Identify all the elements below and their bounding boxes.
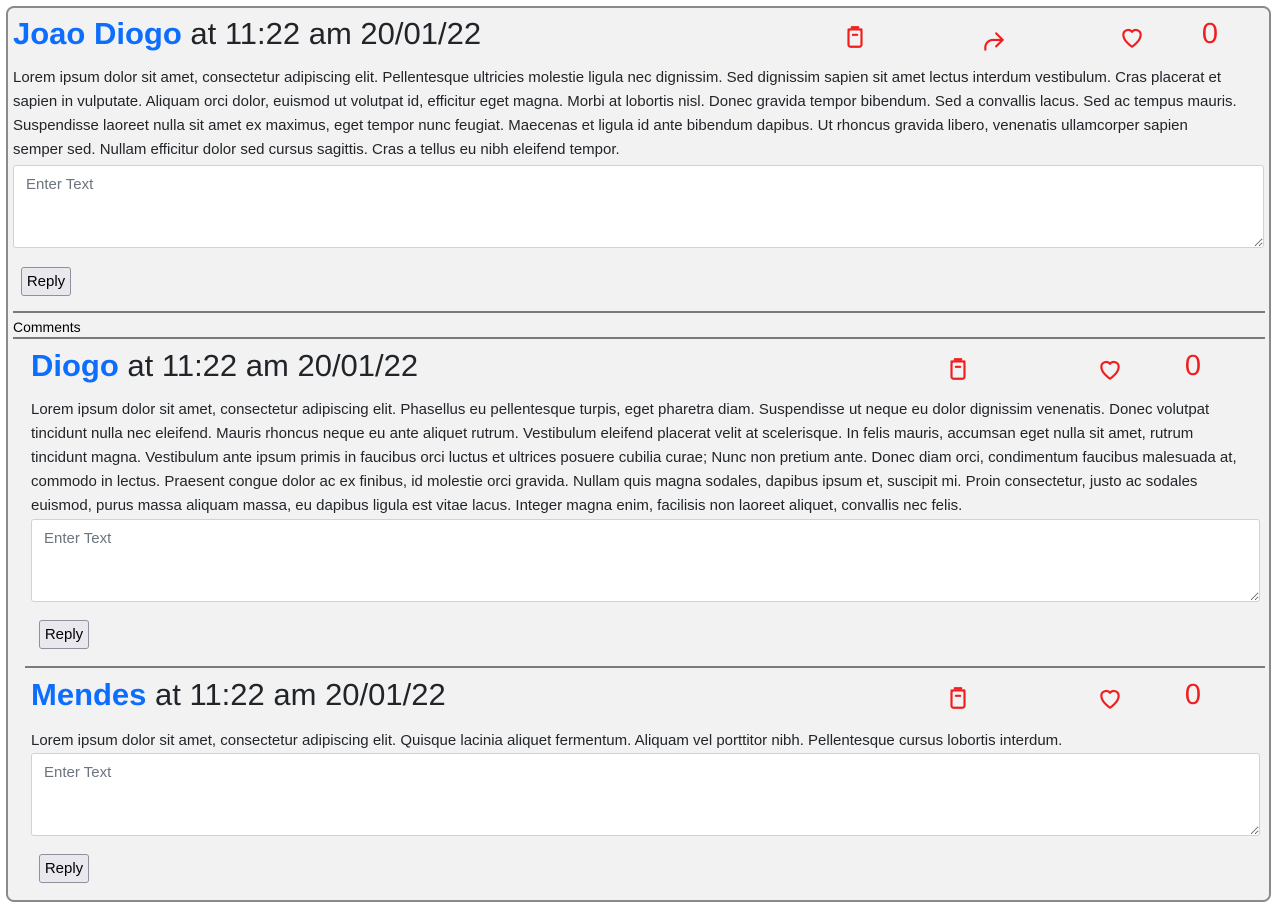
comment-header: Mendes at 11:22 am 20/01/22 0: [31, 673, 1261, 717]
comment-timestamp: at 11:22 am 20/01/22: [146, 677, 446, 712]
reply-button[interactable]: Reply: [21, 267, 71, 296]
reply-button[interactable]: Reply: [39, 620, 89, 649]
comment-body: Lorem ipsum dolor sit amet, consectetur …: [31, 732, 1063, 749]
comment-title: Diogo at 11:22 am 20/01/22: [31, 344, 418, 388]
delete-button[interactable]: [943, 683, 973, 713]
delete-button[interactable]: [943, 354, 973, 384]
delete-button[interactable]: [840, 22, 870, 52]
comment-author-link[interactable]: Mendes: [31, 677, 146, 712]
comment-item: Diogo at 11:22 am 20/01/22 0 Lorem ipsum…: [31, 344, 1261, 664]
comment-item: Mendes at 11:22 am 20/01/22 0 Lorem ipsu…: [31, 673, 1261, 893]
heart-icon: [1122, 28, 1142, 48]
post-divider: [13, 311, 1265, 313]
comment-header: Diogo at 11:22 am 20/01/22 0: [31, 344, 1261, 388]
like-count: 0: [1184, 350, 1202, 382]
comment-body: Lorem ipsum dolor sit amet, consectetur …: [31, 401, 1237, 514]
comment-divider: [25, 666, 1265, 668]
comment-title: Mendes at 11:22 am 20/01/22: [31, 673, 446, 717]
post-timestamp: at 11:22 am 20/01/22: [181, 16, 482, 51]
like-button[interactable]: [1095, 354, 1125, 384]
comment-timestamp: at 11:22 am 20/01/22: [118, 348, 419, 383]
reply-input[interactable]: [31, 519, 1260, 602]
post-author-link[interactable]: Joao Diogo: [13, 16, 182, 51]
share-button[interactable]: [979, 26, 1009, 56]
trash-icon: [950, 358, 966, 380]
like-button[interactable]: [1117, 22, 1147, 52]
post-header: Joao Diogo at 11:22 am 20/01/22 0: [13, 12, 1265, 56]
like-count: 0: [1184, 679, 1202, 711]
heart-icon: [1100, 689, 1120, 709]
post-body: Lorem ipsum dolor sit amet, consectetur …: [13, 69, 1237, 158]
post-card: Joao Diogo at 11:22 am 20/01/22 0 Lorem …: [6, 6, 1271, 902]
post-title: Joao Diogo at 11:22 am 20/01/22: [13, 12, 481, 56]
like-count: 0: [1201, 18, 1219, 50]
heart-icon: [1100, 360, 1120, 380]
comments-divider: [13, 337, 1265, 339]
like-button[interactable]: [1095, 683, 1125, 713]
main-post: Joao Diogo at 11:22 am 20/01/22 0 Lorem …: [13, 12, 1265, 302]
trash-icon: [847, 26, 863, 48]
reply-input[interactable]: [31, 753, 1260, 836]
share-icon: [984, 32, 1004, 51]
reply-input[interactable]: [13, 165, 1264, 248]
comments-heading: Comments: [13, 319, 81, 335]
reply-button[interactable]: Reply: [39, 854, 89, 883]
comment-author-link[interactable]: Diogo: [31, 348, 119, 383]
trash-icon: [950, 687, 966, 709]
